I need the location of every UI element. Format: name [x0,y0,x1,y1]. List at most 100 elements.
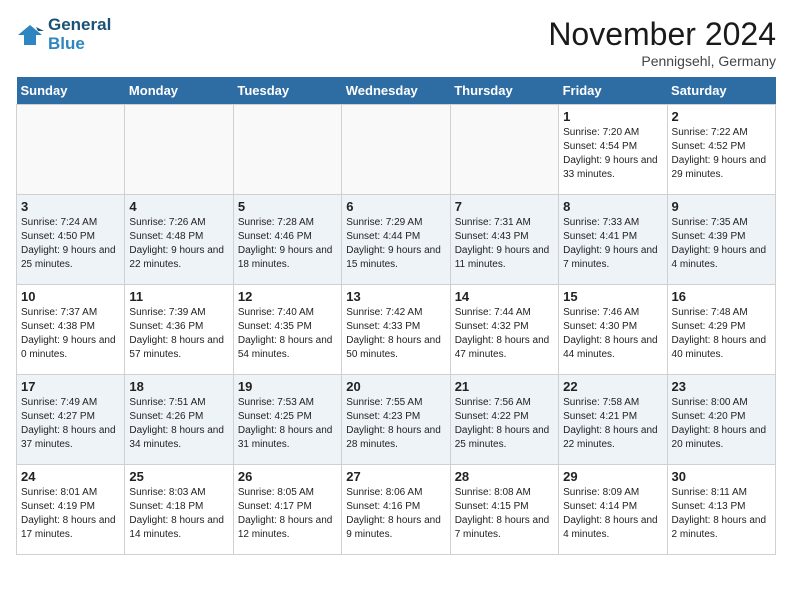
calendar-cell: 17 Sunrise: 7:49 AM Sunset: 4:27 PM Dayli… [17,375,125,465]
calendar-cell: 15 Sunrise: 7:46 AM Sunset: 4:30 PM Dayli… [559,285,667,375]
calendar-cell: 26 Sunrise: 8:05 AM Sunset: 4:17 PM Dayli… [233,465,341,555]
day-info: Sunrise: 7:33 AM Sunset: 4:41 PM Dayligh… [563,216,662,272]
calendar-cell: 20 Sunrise: 7:55 AM Sunset: 4:23 PM Dayli… [342,375,450,465]
day-number: 3 [21,199,120,214]
page-header: General Blue November 2024 Pennigsehl, G… [16,16,776,69]
day-info: Sunrise: 7:40 AM Sunset: 4:35 PM Dayligh… [238,306,337,362]
calendar-cell [450,105,558,195]
day-number: 1 [563,109,662,124]
day-info: Sunrise: 8:08 AM Sunset: 4:15 PM Dayligh… [455,486,554,542]
calendar-cell [17,105,125,195]
day-number: 9 [672,199,771,214]
col-header-saturday: Saturday [667,77,775,105]
calendar-cell: 28 Sunrise: 8:08 AM Sunset: 4:15 PM Dayli… [450,465,558,555]
logo-text: General Blue [48,16,111,53]
day-number: 21 [455,379,554,394]
day-number: 2 [672,109,771,124]
day-info: Sunrise: 7:39 AM Sunset: 4:36 PM Dayligh… [129,306,228,362]
day-info: Sunrise: 7:20 AM Sunset: 4:54 PM Dayligh… [563,126,662,182]
day-info: Sunrise: 7:37 AM Sunset: 4:38 PM Dayligh… [21,306,120,362]
col-header-tuesday: Tuesday [233,77,341,105]
week-row-3: 10 Sunrise: 7:37 AM Sunset: 4:38 PM Dayli… [17,285,776,375]
calendar-cell: 9 Sunrise: 7:35 AM Sunset: 4:39 PM Daylig… [667,195,775,285]
calendar-cell: 1 Sunrise: 7:20 AM Sunset: 4:54 PM Daylig… [559,105,667,195]
week-row-5: 24 Sunrise: 8:01 AM Sunset: 4:19 PM Dayli… [17,465,776,555]
day-number: 26 [238,469,337,484]
calendar-cell: 3 Sunrise: 7:24 AM Sunset: 4:50 PM Daylig… [17,195,125,285]
day-info: Sunrise: 7:26 AM Sunset: 4:48 PM Dayligh… [129,216,228,272]
day-info: Sunrise: 7:24 AM Sunset: 4:50 PM Dayligh… [21,216,120,272]
day-number: 8 [563,199,662,214]
calendar-cell: 12 Sunrise: 7:40 AM Sunset: 4:35 PM Dayli… [233,285,341,375]
day-info: Sunrise: 8:05 AM Sunset: 4:17 PM Dayligh… [238,486,337,542]
day-number: 28 [455,469,554,484]
day-number: 14 [455,289,554,304]
calendar-cell: 4 Sunrise: 7:26 AM Sunset: 4:48 PM Daylig… [125,195,233,285]
day-info: Sunrise: 7:35 AM Sunset: 4:39 PM Dayligh… [672,216,771,272]
day-info: Sunrise: 7:58 AM Sunset: 4:21 PM Dayligh… [563,396,662,452]
day-number: 10 [21,289,120,304]
day-info: Sunrise: 7:28 AM Sunset: 4:46 PM Dayligh… [238,216,337,272]
day-number: 27 [346,469,445,484]
calendar-cell: 2Sunrise: 7:22 AM Sunset: 4:52 PM Daylig… [667,105,775,195]
calendar-cell: 7 Sunrise: 7:31 AM Sunset: 4:43 PM Daylig… [450,195,558,285]
day-number: 23 [672,379,771,394]
day-info: Sunrise: 7:44 AM Sunset: 4:32 PM Dayligh… [455,306,554,362]
day-info: Sunrise: 8:00 AM Sunset: 4:20 PM Dayligh… [672,396,771,452]
day-info: Sunrise: 7:46 AM Sunset: 4:30 PM Dayligh… [563,306,662,362]
day-info: Sunrise: 7:48 AM Sunset: 4:29 PM Dayligh… [672,306,771,362]
calendar-cell: 19Sunrise: 7:53 AM Sunset: 4:25 PM Dayli… [233,375,341,465]
calendar-header: SundayMondayTuesdayWednesdayThursdayFrid… [17,77,776,105]
day-number: 19 [238,379,337,394]
day-number: 25 [129,469,228,484]
calendar-cell: 10 Sunrise: 7:37 AM Sunset: 4:38 PM Dayli… [17,285,125,375]
day-info: Sunrise: 7:29 AM Sunset: 4:44 PM Dayligh… [346,216,445,272]
calendar-cell: 13Sunrise: 7:42 AM Sunset: 4:33 PM Dayli… [342,285,450,375]
calendar-cell: 6 Sunrise: 7:29 AM Sunset: 4:44 PM Daylig… [342,195,450,285]
day-number: 6 [346,199,445,214]
calendar-cell: 8 Sunrise: 7:33 AM Sunset: 4:41 PM Daylig… [559,195,667,285]
calendar-cell: 23 Sunrise: 8:00 AM Sunset: 4:20 PM Dayli… [667,375,775,465]
day-info: Sunrise: 7:31 AM Sunset: 4:43 PM Dayligh… [455,216,554,272]
col-header-thursday: Thursday [450,77,558,105]
week-row-1: 1 Sunrise: 7:20 AM Sunset: 4:54 PM Daylig… [17,105,776,195]
col-header-monday: Monday [125,77,233,105]
day-number: 11 [129,289,228,304]
day-number: 15 [563,289,662,304]
header-row: SundayMondayTuesdayWednesdayThursdayFrid… [17,77,776,105]
day-info: Sunrise: 8:01 AM Sunset: 4:19 PM Dayligh… [21,486,120,542]
calendar-table: SundayMondayTuesdayWednesdayThursdayFrid… [16,77,776,555]
week-row-2: 3 Sunrise: 7:24 AM Sunset: 4:50 PM Daylig… [17,195,776,285]
day-number: 13 [346,289,445,304]
day-info: Sunrise: 7:55 AM Sunset: 4:23 PM Dayligh… [346,396,445,452]
day-number: 16 [672,289,771,304]
day-number: 29 [563,469,662,484]
col-header-wednesday: Wednesday [342,77,450,105]
day-info: Sunrise: 8:09 AM Sunset: 4:14 PM Dayligh… [563,486,662,542]
day-number: 30 [672,469,771,484]
day-info: Sunrise: 8:06 AM Sunset: 4:16 PM Dayligh… [346,486,445,542]
calendar-cell: 16 Sunrise: 7:48 AM Sunset: 4:29 PM Dayli… [667,285,775,375]
day-number: 24 [21,469,120,484]
week-row-4: 17 Sunrise: 7:49 AM Sunset: 4:27 PM Dayli… [17,375,776,465]
calendar-cell [342,105,450,195]
calendar-cell: 30 Sunrise: 8:11 AM Sunset: 4:13 PM Dayli… [667,465,775,555]
day-number: 7 [455,199,554,214]
calendar-cell: 5Sunrise: 7:28 AM Sunset: 4:46 PM Daylig… [233,195,341,285]
calendar-cell: 25 Sunrise: 8:03 AM Sunset: 4:18 PM Dayli… [125,465,233,555]
calendar-cell: 27 Sunrise: 8:06 AM Sunset: 4:16 PM Dayli… [342,465,450,555]
calendar-cell: 24 Sunrise: 8:01 AM Sunset: 4:19 PM Dayli… [17,465,125,555]
calendar-body: 1 Sunrise: 7:20 AM Sunset: 4:54 PM Daylig… [17,105,776,555]
day-info: Sunrise: 8:03 AM Sunset: 4:18 PM Dayligh… [129,486,228,542]
day-info: Sunrise: 8:11 AM Sunset: 4:13 PM Dayligh… [672,486,771,542]
location: Pennigsehl, Germany [548,53,776,69]
calendar-cell: 14 Sunrise: 7:44 AM Sunset: 4:32 PM Dayli… [450,285,558,375]
day-number: 20 [346,379,445,394]
calendar-cell: 29 Sunrise: 8:09 AM Sunset: 4:14 PM Dayli… [559,465,667,555]
calendar-cell [125,105,233,195]
day-number: 4 [129,199,228,214]
day-number: 17 [21,379,120,394]
month-title: November 2024 [548,16,776,53]
day-info: Sunrise: 7:49 AM Sunset: 4:27 PM Dayligh… [21,396,120,452]
day-number: 12 [238,289,337,304]
